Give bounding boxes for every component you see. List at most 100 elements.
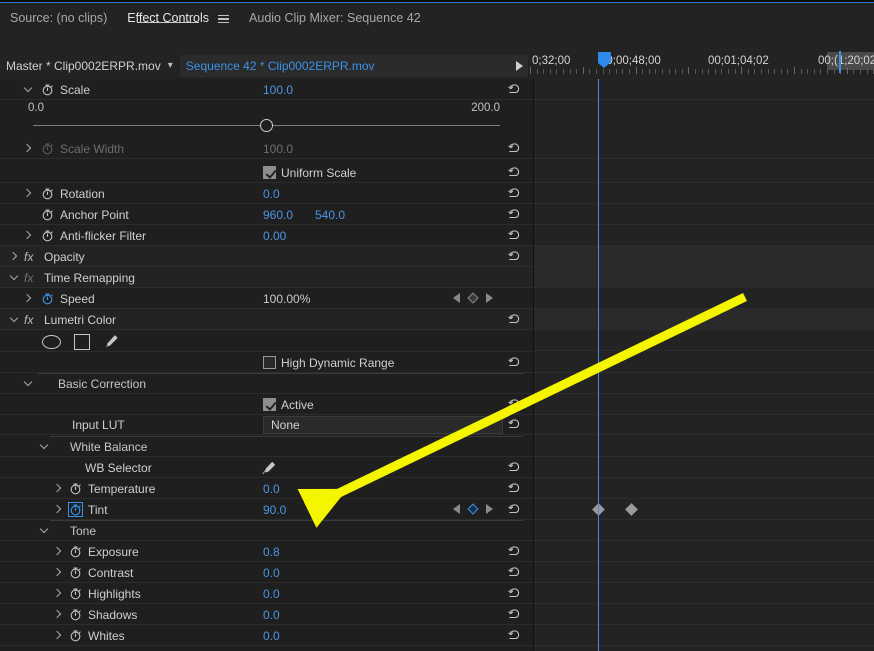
timeline-ruler[interactable]: 0;32;00 00;00;48;00 00;01;04;02 00;(1;20;02 (528, 49, 874, 79)
reset-button[interactable] (507, 312, 523, 328)
slider-knob[interactable] (260, 119, 273, 132)
reset-button[interactable] (507, 228, 523, 244)
tab-audio-clip-mixer-sequence-42[interactable]: Audio Clip Mixer: Sequence 42 (239, 3, 431, 35)
add-keyframe-icon[interactable] (467, 503, 479, 515)
stopwatch-contrast[interactable] (68, 565, 83, 580)
chevron-right-icon[interactable] (52, 566, 64, 578)
reset-button[interactable] (507, 141, 523, 157)
row-temperature[interactable]: Temperature 0.0 (0, 478, 533, 499)
chevron-down-icon[interactable]: ▾ (168, 61, 173, 71)
input-lut-dropdown[interactable]: None (263, 416, 503, 434)
row-mask-tools[interactable] (0, 330, 533, 352)
reset-button[interactable] (507, 628, 523, 644)
chevron-down-icon[interactable] (8, 313, 20, 325)
row-lumetri-color[interactable]: fx Lumetri Color (0, 309, 533, 330)
param-value[interactable]: 100.0 (263, 83, 293, 97)
reset-button[interactable] (507, 607, 523, 623)
chevron-down-icon[interactable] (22, 83, 34, 95)
reset-button[interactable] (507, 502, 523, 518)
reset-button[interactable] (507, 355, 523, 371)
row-white-balance[interactable]: White Balance (0, 436, 533, 457)
param-value[interactable]: 0.0 (263, 587, 280, 601)
param-value[interactable]: 0.0 (263, 482, 280, 496)
chevron-right-icon[interactable] (52, 608, 64, 620)
stopwatch-highlights[interactable] (68, 586, 83, 601)
stopwatch-tint[interactable] (68, 502, 83, 517)
reset-button[interactable] (507, 207, 523, 223)
row-scale-width[interactable]: Scale Width 100.0 (0, 138, 533, 159)
stopwatch-scale-width[interactable] (40, 141, 55, 156)
chevron-right-icon[interactable] (22, 142, 34, 154)
reset-button[interactable] (507, 586, 523, 602)
param-value[interactable]: 100.00% (263, 292, 310, 306)
row-opacity[interactable]: fx Opacity (0, 246, 533, 267)
param-value[interactable]: 0.8 (263, 545, 280, 559)
checkbox-hdr[interactable] (263, 356, 276, 369)
row-uniform-scale[interactable]: Uniform Scale (0, 162, 533, 183)
chevron-right-icon[interactable] (52, 482, 64, 494)
previous-keyframe-icon[interactable] (453, 504, 460, 514)
stopwatch-rotation[interactable] (40, 186, 55, 201)
param-value[interactable]: 100.0 (263, 142, 293, 156)
keyframe-timeline[interactable] (533, 79, 874, 651)
row-hdr[interactable]: High Dynamic Range (0, 352, 533, 373)
chevron-down-icon[interactable] (8, 271, 20, 283)
stopwatch-speed[interactable] (40, 291, 55, 306)
stopwatch-exposure[interactable] (68, 544, 83, 559)
stopwatch-anti-flicker[interactable] (40, 228, 55, 243)
row-scale[interactable]: Scale 100.0 (0, 79, 533, 100)
panel-menu-icon[interactable] (218, 14, 230, 24)
row-rotation[interactable]: Rotation 0.0 (0, 183, 533, 204)
reset-button[interactable] (507, 460, 523, 476)
pen-mask-icon[interactable] (103, 333, 120, 350)
checkbox-active[interactable] (263, 398, 276, 411)
ellipse-mask-icon[interactable] (42, 334, 61, 349)
add-keyframe-icon[interactable] (467, 292, 479, 304)
row-basic-correction[interactable]: Basic Correction (0, 373, 533, 394)
param-value[interactable]: 0.00 (263, 229, 286, 243)
next-keyframe-icon[interactable] (486, 504, 493, 514)
row-active[interactable]: Active (0, 394, 533, 415)
chevron-right-icon[interactable] (22, 229, 34, 241)
chevron-right-icon[interactable] (8, 250, 20, 262)
chevron-down-icon[interactable] (38, 440, 50, 452)
eyedropper-icon[interactable] (261, 460, 277, 476)
row-highlights[interactable]: Highlights 0.0 (0, 583, 533, 604)
param-value[interactable]: 90.0 (263, 503, 286, 517)
param-value[interactable]: 0.0 (263, 187, 280, 201)
chevron-right-icon[interactable] (22, 187, 34, 199)
previous-keyframe-icon[interactable] (453, 293, 460, 303)
checkbox-uniform-scale[interactable] (263, 166, 276, 179)
chevron-right-icon[interactable] (52, 629, 64, 641)
row-input-lut[interactable]: Input LUT None (0, 414, 533, 435)
play-triangle-icon[interactable] (516, 61, 523, 71)
playhead-handle[interactable] (598, 52, 611, 68)
row-wb-selector[interactable]: WB Selector (0, 457, 533, 478)
chevron-right-icon[interactable] (22, 292, 34, 304)
reset-button[interactable] (507, 165, 523, 181)
stopwatch-whites[interactable] (68, 628, 83, 643)
reset-button[interactable] (507, 417, 523, 433)
row-speed[interactable]: Speed 100.00% (0, 288, 533, 309)
reset-button[interactable] (507, 565, 523, 581)
chevron-down-icon[interactable] (22, 377, 34, 389)
reset-button[interactable] (507, 249, 523, 265)
stopwatch-scale[interactable] (40, 82, 55, 97)
param-value[interactable]: 0.0 (263, 629, 280, 643)
param-value[interactable]: 0.0 (263, 608, 280, 622)
row-tint[interactable]: Tint 90.0 (0, 499, 533, 520)
reset-button[interactable] (507, 82, 523, 98)
chevron-right-icon[interactable] (52, 545, 64, 557)
next-keyframe-icon[interactable] (486, 293, 493, 303)
row-exposure[interactable]: Exposure 0.8 (0, 541, 533, 562)
row-whites[interactable]: Whites 0.0 (0, 625, 533, 646)
row-shadows[interactable]: Shadows 0.0 (0, 604, 533, 625)
row-blacks[interactable]: Blacks0.0 (0, 646, 533, 651)
chevron-down-icon[interactable] (38, 524, 50, 536)
stopwatch-temperature[interactable] (68, 481, 83, 496)
master-clip-label[interactable]: Master * Clip0002ERPR.mov (0, 59, 161, 73)
reset-button[interactable] (507, 544, 523, 560)
param-value[interactable]: 960.0 (263, 208, 293, 222)
param-value-2[interactable]: 540.0 (315, 208, 345, 222)
row-anchor-point[interactable]: Anchor Point 960.0 540.0 (0, 204, 533, 225)
